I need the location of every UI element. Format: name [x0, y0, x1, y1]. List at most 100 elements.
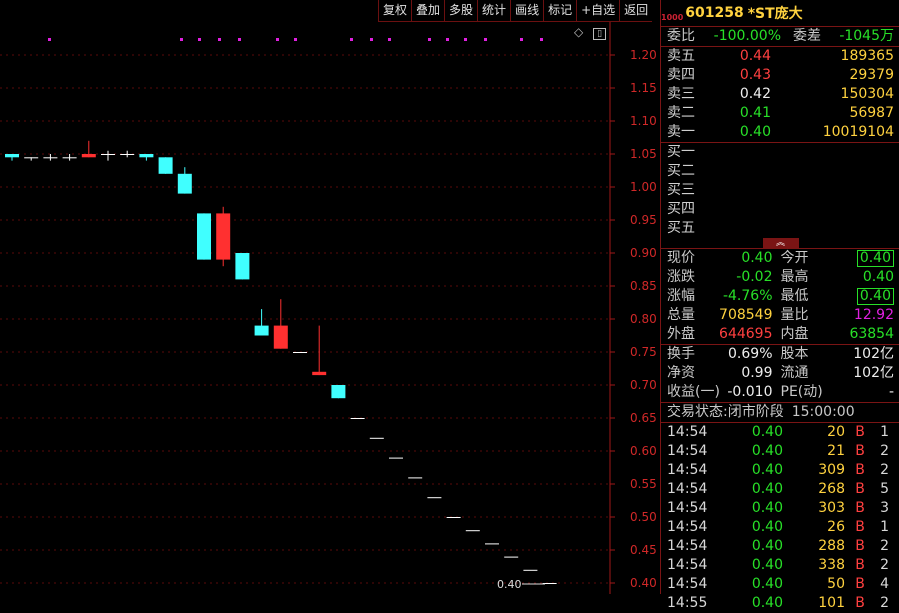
tick-row: 14:54 0.40 50 B 4 — [661, 575, 899, 594]
ask-label: 卖四 — [667, 67, 695, 83]
toolbar-button[interactable]: 多股 — [444, 0, 478, 22]
candle-body — [523, 569, 538, 571]
tick-price: 0.40 — [751, 500, 783, 516]
toolbar-button[interactable]: 复权 — [378, 0, 412, 22]
info-label: PE(动) — [780, 384, 823, 400]
candle-body — [216, 213, 231, 260]
toolbar-button[interactable]: 画线 — [510, 0, 544, 22]
info-block: 换手 0.69% 股本 102亿 净资 0.99 流通 102亿 收益(一) -0.010 PE(动… — [661, 344, 899, 402]
bid-label: 买二 — [667, 163, 695, 179]
stat-label: 现价 — [667, 250, 695, 266]
weibi-label: 委比 — [667, 28, 695, 44]
stat-left: 涨幅 -4.76% — [667, 287, 781, 306]
stat-value: 644695 — [719, 326, 773, 342]
ask-label: 卖三 — [667, 86, 695, 102]
bid-label: 买三 — [667, 182, 695, 198]
stat-right: 量比 12.92 — [781, 306, 895, 325]
tick-row: 14:54 0.40 288 B 2 — [661, 537, 899, 556]
tick-volume: 338 — [818, 557, 845, 573]
kline-chart[interactable]: 1.20 1.15 1.10 1.05 1.00 0.95 0.90 0.85 0.80 0.75… — [0, 0, 660, 594]
candle-body — [293, 352, 307, 353]
tick-time: 14:54 — [667, 538, 708, 554]
ask-book: 卖五 0.44 189365 卖四 0.43 29379 卖三 0.42 150304 卖二 0.4… — [661, 46, 899, 142]
tick-row: 14:54 0.40 338 B 2 — [661, 556, 899, 575]
candle-body — [485, 543, 499, 545]
tick-side: B — [855, 557, 865, 573]
candle-body — [235, 253, 250, 280]
stat-label: 最低 — [780, 288, 809, 304]
info-right: 股本 102亿 — [781, 345, 895, 364]
info-right: 流通 102亿 — [781, 364, 895, 383]
info-left: 收益(一) -0.010 — [667, 383, 781, 402]
y-tick-label: 0.90 — [630, 246, 657, 260]
stat-label: 最高 — [780, 269, 809, 285]
ask-price: 0.41 — [739, 105, 771, 121]
candle-body — [197, 213, 211, 260]
ask-volume: 56987 — [849, 105, 894, 121]
bid-label: 买一 — [667, 144, 695, 160]
stat-row: 涨幅 -4.76% 最低 0.40 — [661, 287, 899, 306]
tick-row: 14:54 0.40 26 B 1 — [661, 518, 899, 537]
stat-value: 63854 — [849, 326, 894, 342]
toolbar-button[interactable]: 返回 — [619, 0, 653, 22]
stat-row: 涨跌 -0.02 最高 0.40 — [661, 268, 899, 287]
y-tick-label: 0.80 — [630, 312, 657, 326]
y-tick-label: 0.85 — [630, 279, 657, 293]
toolbar-button[interactable]: 标记 — [543, 0, 577, 22]
marker-dot — [484, 38, 487, 41]
info-label: 净资 — [667, 365, 695, 381]
bid-label: 买四 — [667, 201, 695, 217]
trade-status-row: 交易状态: 闭市阶段 15:00:00 — [661, 402, 899, 422]
y-tick-label: 0.50 — [630, 510, 657, 524]
stat-label: 外盘 — [667, 326, 695, 342]
window-icon[interactable]: ▯ — [593, 28, 607, 40]
stat-right: 最高 0.40 — [781, 268, 895, 287]
kline-chart-area[interactable]: 1.20 1.15 1.10 1.05 1.00 0.95 0.90 0.85 0.80 0.75… — [0, 0, 660, 594]
stats-block: 现价 0.40 今开 0.40 涨跌 -0.02 最高 0.40 涨幅 -4.76% 最低 0.40 总… — [661, 248, 899, 344]
stat-label: 总量 — [667, 307, 695, 323]
stat-right: 最低 0.40 — [780, 287, 894, 306]
tick-side: B — [855, 576, 865, 592]
info-value: 0.69% — [728, 346, 773, 362]
ask-label: 卖二 — [667, 105, 695, 121]
tick-list[interactable]: 14:54 0.40 20 B 1 14:54 0.40 21 B 2 14:54 0.40 309 B 2… — [661, 422, 899, 613]
tick-row: 14:55 0.40 101 B 2 — [661, 594, 899, 613]
candle-body — [389, 457, 403, 459]
weicha-value: -1045万 — [839, 28, 894, 44]
bid-label: 买五 — [667, 220, 695, 236]
toolbar-button[interactable]: +自选 — [576, 0, 620, 22]
candle-body — [331, 385, 346, 399]
ask-row: 卖二 0.41 56987 — [661, 104, 899, 123]
y-tick-label: 0.60 — [630, 444, 657, 458]
stat-left: 总量 708549 — [667, 306, 781, 325]
candle-body — [446, 517, 461, 518]
marker-dot — [218, 38, 221, 41]
y-tick-label: 1.00 — [630, 180, 657, 194]
tick-side: B — [855, 443, 865, 459]
trade-status-value: 闭市阶段 — [727, 404, 784, 420]
marker-dot — [238, 38, 241, 41]
collapse-button[interactable]: ︽ — [762, 238, 799, 248]
candle-body — [465, 530, 480, 532]
diamond-icon[interactable]: ◇ — [574, 25, 583, 39]
toolbar-button[interactable]: 叠加 — [411, 0, 445, 22]
stat-row: 总量 708549 量比 12.92 — [661, 306, 899, 325]
stat-value: -0.02 — [736, 269, 773, 285]
info-row: 换手 0.69% 股本 102亿 — [661, 345, 899, 364]
toolbar-button[interactable]: 统计 — [477, 0, 511, 22]
ask-volume: 29379 — [849, 67, 894, 83]
tick-row: 14:54 0.40 309 B 2 — [661, 461, 899, 480]
stock-code: 601258 — [685, 5, 744, 21]
stat-value: 12.92 — [853, 307, 894, 323]
candle-body — [120, 154, 135, 155]
stat-label: 涨跌 — [667, 269, 695, 285]
candle-body — [504, 556, 519, 558]
stat-left: 外盘 644695 — [667, 325, 781, 344]
info-value: - — [888, 384, 894, 400]
marker-dot — [350, 38, 353, 41]
tick-price: 0.40 — [751, 519, 783, 535]
stat-value: 0.40 — [856, 250, 894, 267]
candle-body — [81, 154, 96, 158]
info-label: 换手 — [667, 346, 695, 362]
bid-row: 买四 — [661, 200, 899, 219]
